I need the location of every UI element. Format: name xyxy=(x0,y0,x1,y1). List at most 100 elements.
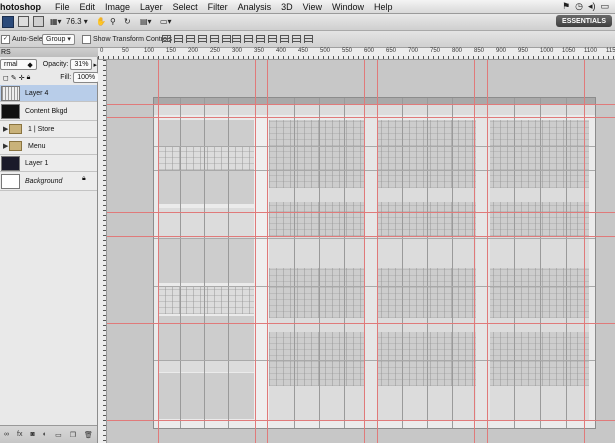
lock-transparent-icon[interactable]: ◻ xyxy=(3,74,9,82)
menu-window[interactable]: Window xyxy=(327,2,369,12)
align-vcenter-icon[interactable] xyxy=(174,35,183,43)
guide-horizontal[interactable] xyxy=(107,212,615,213)
fill-value: 100% xyxy=(77,74,96,81)
folder-icon xyxy=(9,124,22,134)
align-hcenter-icon[interactable] xyxy=(210,35,219,43)
menu-edit[interactable]: Edit xyxy=(75,2,101,12)
align-bottom-icon[interactable] xyxy=(186,35,195,43)
ruler-label: 350 xyxy=(254,48,265,54)
guide-horizontal[interactable] xyxy=(107,236,615,237)
group-row[interactable]: ▶ 1 | Store xyxy=(0,121,97,138)
column-line xyxy=(319,98,320,428)
app-menu[interactable]: hotoshop xyxy=(0,2,50,12)
layer-name: 1 | Store xyxy=(28,125,55,133)
menu-view[interactable]: View xyxy=(298,2,327,12)
opacity-slider-arrow-icon[interactable]: ▸ xyxy=(93,61,97,69)
column-line xyxy=(427,98,428,428)
volume-icon[interactable]: ◂) xyxy=(588,1,596,12)
auto-select-dropdown[interactable]: Group ▾ xyxy=(42,33,75,45)
align-left-icon[interactable] xyxy=(198,35,207,43)
delete-layer-icon[interactable]: 🗑︎ xyxy=(84,431,93,439)
ruler-label: 250 xyxy=(210,48,221,54)
blend-mode-value: rmal xyxy=(4,61,18,68)
menu-filter[interactable]: Filter xyxy=(203,2,233,12)
column-line xyxy=(204,98,205,428)
new-layer-icon[interactable]: ❐ xyxy=(70,431,76,439)
document-canvas[interactable] xyxy=(153,97,596,429)
distribute-bottom-icon[interactable] xyxy=(256,35,265,43)
column-line xyxy=(402,98,403,428)
vertical-ruler[interactable] xyxy=(98,60,107,443)
ruler-label: 1050 xyxy=(562,48,576,54)
layer-row[interactable]: Content Bkgd xyxy=(0,102,97,121)
auto-align-icon[interactable] xyxy=(304,35,313,43)
wireframe-block xyxy=(158,286,254,314)
distribute-hcenter-icon[interactable] xyxy=(280,35,289,43)
lock-image-icon[interactable]: ✎ xyxy=(11,74,17,82)
ruler-label: 300 xyxy=(232,48,243,54)
distribute-right-icon[interactable] xyxy=(292,35,301,43)
wireframe-content xyxy=(269,268,589,318)
distribute-top-icon[interactable] xyxy=(232,35,241,43)
distribute-left-icon[interactable] xyxy=(268,35,277,43)
menu-layer[interactable]: Layer xyxy=(135,2,168,12)
ps-logo-icon[interactable] xyxy=(2,15,14,28)
layer-row[interactable]: Background 🔒︎ xyxy=(0,172,97,191)
layers-tab[interactable]: RS xyxy=(0,48,98,57)
zoom-icon[interactable]: ⚲ xyxy=(110,16,116,27)
menu-3d[interactable]: 3D xyxy=(276,2,298,12)
application-bar: ▦▾ 76.3 ▾ ✋ ⚲ ↻ ▤▾ ▭▾ ESSENTIALS xyxy=(0,14,615,31)
flag-icon[interactable]: ⚑ xyxy=(562,1,570,12)
show-transform-checkbox[interactable]: Show Transform Controls xyxy=(82,34,172,44)
column-line xyxy=(294,98,295,428)
guide-horizontal[interactable] xyxy=(107,104,615,105)
fill-input[interactable]: 100% xyxy=(73,72,100,83)
guide-horizontal[interactable] xyxy=(107,420,615,421)
clock-icon[interactable]: ◷ xyxy=(575,1,583,12)
blend-mode-dropdown[interactable]: rmal ◆ xyxy=(0,59,37,70)
ruler-label: 100 xyxy=(144,48,155,54)
battery-icon[interactable]: ▭ xyxy=(600,1,609,12)
guide-horizontal[interactable] xyxy=(107,117,615,118)
opacity-label: Opacity: xyxy=(42,61,69,68)
rotate-view-icon[interactable]: ↻ xyxy=(124,16,131,27)
wireframe-content xyxy=(269,318,589,332)
menu-image[interactable]: Image xyxy=(100,2,135,12)
lock-fill-row: ◻ ✎ ✛ 🔒︎ Fill: 100% ▸ xyxy=(0,72,104,83)
mini-bridge-icon[interactable] xyxy=(33,16,44,27)
wireframe-content xyxy=(269,386,589,420)
new-group-icon[interactable]: ▭ xyxy=(55,431,62,439)
link-layers-icon[interactable]: ∞ xyxy=(4,431,9,438)
opacity-input[interactable]: 31% xyxy=(70,59,93,70)
adjustment-layer-icon[interactable]: ◐ xyxy=(43,431,47,438)
distribute-vcenter-icon[interactable] xyxy=(244,35,253,43)
align-right-icon[interactable] xyxy=(222,35,231,43)
ruler-label: 800 xyxy=(452,48,463,54)
align-top-icon[interactable] xyxy=(162,35,171,43)
zoom-level-dropdown[interactable]: 76.3 ▾ xyxy=(66,16,88,27)
layer-row[interactable]: Layer 1 xyxy=(0,155,97,172)
menu-select[interactable]: Select xyxy=(168,2,203,12)
menu-analysis[interactable]: Analysis xyxy=(233,2,277,12)
ruler-label: 1150 xyxy=(606,48,615,54)
add-mask-icon[interactable]: ◙ xyxy=(31,431,35,438)
hand-icon[interactable]: ✋ xyxy=(96,16,106,27)
group-row[interactable]: ▶ Menu xyxy=(0,138,97,155)
layer-name: Menu xyxy=(28,142,46,150)
menu-file[interactable]: File xyxy=(50,2,75,12)
folder-icon xyxy=(9,141,22,151)
fx-icon[interactable]: fx xyxy=(17,431,22,438)
horizontal-ruler[interactable]: 0 50 100 150 200 250 300 350 400 450 500 550 600 650 7… xyxy=(98,48,615,60)
lock-position-icon[interactable]: ✛ xyxy=(19,74,25,82)
essentials-workspace-button[interactable]: ESSENTIALS xyxy=(556,15,612,27)
guide-horizontal[interactable] xyxy=(107,323,615,324)
lock-all-icon[interactable]: 🔒︎ xyxy=(27,74,31,82)
canvas-area[interactable] xyxy=(107,60,615,443)
bridge-icon[interactable] xyxy=(18,16,29,27)
view-extras-dropdown[interactable]: ▦▾ xyxy=(50,16,62,27)
column-line xyxy=(566,98,567,428)
menu-help[interactable]: Help xyxy=(369,2,398,12)
arrange-documents-dropdown[interactable]: ▤▾ xyxy=(140,16,152,27)
screen-mode-dropdown[interactable]: ▭▾ xyxy=(160,16,172,27)
layer-row[interactable]: Layer 4 xyxy=(0,85,97,102)
